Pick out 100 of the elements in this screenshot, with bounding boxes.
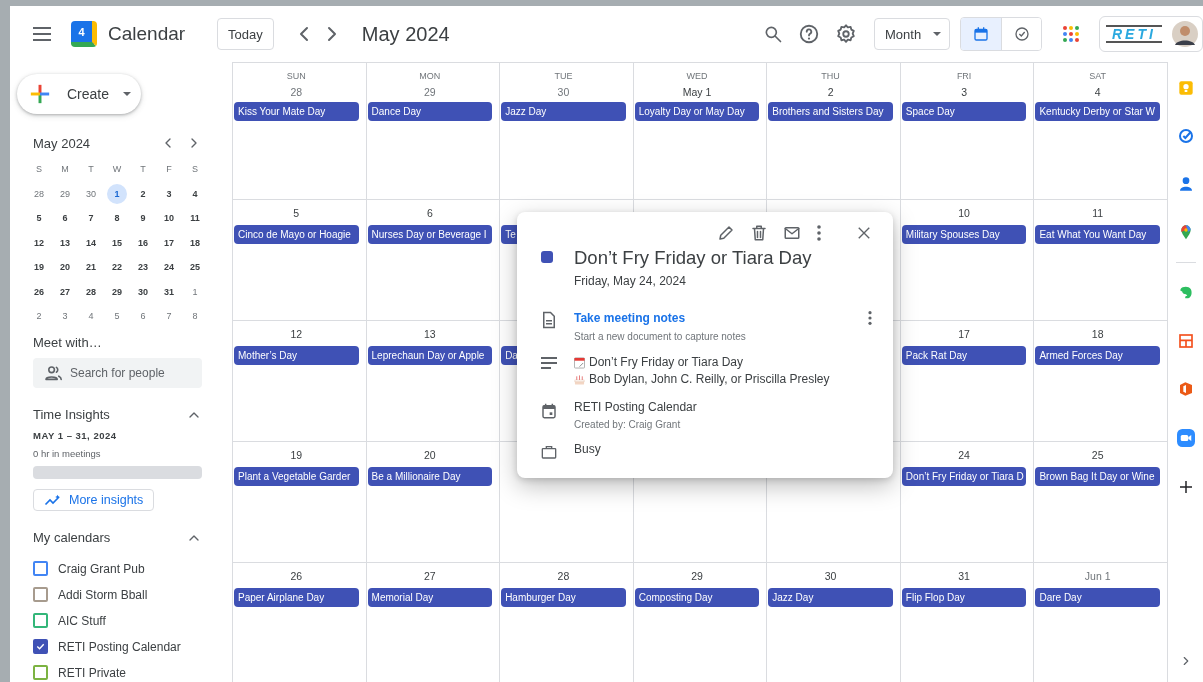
plus-icon[interactable] bbox=[1177, 479, 1194, 495]
mini-calendar-day[interactable]: 29 bbox=[55, 183, 75, 204]
video-icon[interactable] bbox=[1176, 429, 1195, 447]
checkbox[interactable] bbox=[33, 665, 48, 680]
mini-calendar-day[interactable]: 6 bbox=[133, 306, 153, 327]
tasks-view-button[interactable] bbox=[1001, 18, 1041, 50]
date-number[interactable]: 30 bbox=[557, 85, 570, 98]
event-chip[interactable]: Jazz Day bbox=[768, 588, 893, 607]
date-number[interactable]: 17 bbox=[958, 327, 970, 340]
mini-calendar-day[interactable]: 11 bbox=[185, 208, 205, 229]
mini-calendar-day[interactable]: 2 bbox=[29, 306, 49, 327]
date-number[interactable]: 27 bbox=[424, 569, 436, 582]
date-number[interactable]: 2 bbox=[827, 85, 834, 98]
event-chip[interactable]: Armed Forces Day bbox=[1035, 346, 1160, 365]
day-cell[interactable]: 5 Cinco de Mayo or Hoagie bbox=[233, 200, 367, 321]
mini-calendar-day[interactable]: 15 bbox=[107, 232, 127, 253]
more-icon[interactable] bbox=[816, 224, 822, 242]
event-chip[interactable]: Don’t Fry Friday or Tiara D bbox=[901, 467, 1027, 486]
event-chip[interactable]: Dare Day bbox=[1035, 588, 1160, 607]
mini-calendar-day[interactable]: 30 bbox=[133, 281, 153, 302]
day-cell[interactable]: 6 Nurses Day or Beverage I bbox=[366, 200, 501, 321]
event-chip[interactable]: Military Spouses Day bbox=[901, 225, 1027, 244]
day-cell[interactable]: THU 2 Brothers and Sisters Day bbox=[767, 63, 901, 200]
day-cell[interactable]: TUE 30 Jazz Day bbox=[500, 63, 634, 200]
mini-calendar-day[interactable]: 7 bbox=[159, 306, 179, 327]
mini-calendar-day[interactable]: 29 bbox=[107, 281, 127, 302]
day-cell[interactable]: 11 Eat What You Want Day bbox=[1034, 200, 1168, 321]
day-cell[interactable]: 25 Brown Bag It Day or Wine bbox=[1034, 442, 1168, 563]
mini-calendar-day[interactable]: 24 bbox=[159, 257, 179, 278]
mini-calendar-day[interactable]: 28 bbox=[81, 281, 101, 302]
mini-calendar-day[interactable]: 9 bbox=[133, 208, 153, 229]
trash-icon[interactable] bbox=[750, 224, 768, 242]
mini-calendar-day[interactable]: 2 bbox=[133, 183, 153, 204]
close-icon[interactable] bbox=[857, 226, 871, 240]
date-number[interactable]: 12 bbox=[290, 327, 303, 340]
day-cell[interactable]: 30 Jazz Day bbox=[767, 563, 901, 682]
check-circle-icon[interactable] bbox=[1177, 128, 1194, 144]
day-cell[interactable]: 20 Be a Millionaire Day bbox=[366, 442, 501, 563]
event-chip[interactable]: Brothers and Sisters Day bbox=[768, 102, 893, 121]
day-cell[interactable]: 13 Leprechaun Day or Apple bbox=[366, 321, 501, 442]
date-number[interactable]: 19 bbox=[290, 448, 303, 461]
more-insights-button[interactable]: More insights bbox=[33, 488, 154, 511]
event-chip[interactable]: Composting Day bbox=[634, 588, 760, 607]
date-number[interactable]: 28 bbox=[557, 569, 570, 582]
mini-calendar-day[interactable]: 10 bbox=[159, 208, 179, 229]
date-number[interactable]: 6 bbox=[426, 206, 433, 219]
mini-calendar-day[interactable]: 3 bbox=[55, 306, 75, 327]
more-icon[interactable] bbox=[867, 310, 873, 326]
event-chip[interactable]: Nurses Day or Beverage I bbox=[367, 225, 493, 244]
day-cell[interactable]: 24 Don’t Fry Friday or Tiara D bbox=[900, 442, 1035, 563]
date-number[interactable]: 13 bbox=[424, 327, 436, 340]
day-cell[interactable]: 26 Paper Airplane Day bbox=[233, 563, 367, 682]
view-select[interactable]: Month bbox=[874, 18, 950, 50]
apps-icon[interactable] bbox=[1062, 25, 1080, 43]
date-number[interactable]: 24 bbox=[958, 448, 970, 461]
event-chip[interactable]: Flip Flop Day bbox=[901, 588, 1027, 607]
menu-icon[interactable] bbox=[33, 27, 51, 41]
mini-calendar-day[interactable]: 8 bbox=[185, 306, 205, 327]
mini-calendar-day[interactable]: 19 bbox=[29, 257, 49, 278]
day-cell[interactable]: 10 Military Spouses Day bbox=[900, 200, 1035, 321]
event-chip[interactable]: Memorial Day bbox=[367, 588, 493, 607]
mini-calendar-day[interactable]: 1 bbox=[107, 183, 127, 204]
day-cell[interactable]: 31 Flip Flop Day bbox=[900, 563, 1035, 682]
people-search-field[interactable]: Search for people bbox=[33, 357, 202, 388]
mini-calendar-day[interactable]: 30 bbox=[81, 183, 101, 204]
day-cell[interactable]: 29 Composting Day bbox=[633, 563, 768, 682]
date-number[interactable]: 29 bbox=[691, 569, 703, 582]
layout-icon[interactable] bbox=[1177, 333, 1194, 349]
event-chip[interactable]: Pack Rat Day bbox=[901, 346, 1027, 365]
date-number[interactable]: 20 bbox=[424, 448, 436, 461]
date-number[interactable]: May 1 bbox=[682, 85, 712, 98]
date-number[interactable]: 18 bbox=[1091, 327, 1104, 340]
mini-calendar-day[interactable]: 13 bbox=[55, 232, 75, 253]
date-number[interactable]: 29 bbox=[424, 85, 436, 98]
date-number[interactable]: Jun 1 bbox=[1084, 569, 1111, 582]
event-chip[interactable]: Jazz Day bbox=[501, 102, 626, 121]
event-chip[interactable]: Dance Day bbox=[367, 102, 493, 121]
date-number[interactable]: 5 bbox=[293, 206, 300, 219]
mini-calendar-day[interactable]: 26 bbox=[29, 281, 49, 302]
mini-calendar-day[interactable]: 18 bbox=[185, 232, 205, 253]
mini-calendar-day[interactable]: 23 bbox=[133, 257, 153, 278]
date-number[interactable]: 25 bbox=[1091, 448, 1104, 461]
event-chip[interactable]: Space Day bbox=[901, 102, 1027, 121]
mini-calendar-day[interactable]: 8 bbox=[107, 208, 127, 229]
event-chip[interactable]: Be a Millionaire Day bbox=[367, 467, 493, 486]
checkbox[interactable] bbox=[33, 639, 48, 654]
mini-calendar-day[interactable]: 1 bbox=[185, 281, 205, 302]
mini-calendar-day[interactable]: 22 bbox=[107, 257, 127, 278]
person-icon[interactable] bbox=[1177, 176, 1194, 192]
day-cell[interactable]: 18 Armed Forces Day bbox=[1034, 321, 1168, 442]
mail-icon[interactable] bbox=[783, 224, 801, 242]
event-chip[interactable]: Paper Airplane Day bbox=[234, 588, 359, 607]
mini-calendar-day[interactable]: 14 bbox=[81, 232, 101, 253]
event-chip[interactable]: Brown Bag It Day or Wine bbox=[1035, 467, 1160, 486]
today-button[interactable]: Today bbox=[217, 18, 274, 50]
mini-calendar-day[interactable]: 16 bbox=[133, 232, 153, 253]
day-cell[interactable]: 19 Plant a Vegetable Garder bbox=[233, 442, 367, 563]
event-chip[interactable]: Plant a Vegetable Garder bbox=[234, 467, 359, 486]
pencil-icon[interactable] bbox=[717, 224, 735, 242]
event-chip[interactable]: Kentucky Derby or Star W bbox=[1035, 102, 1160, 121]
